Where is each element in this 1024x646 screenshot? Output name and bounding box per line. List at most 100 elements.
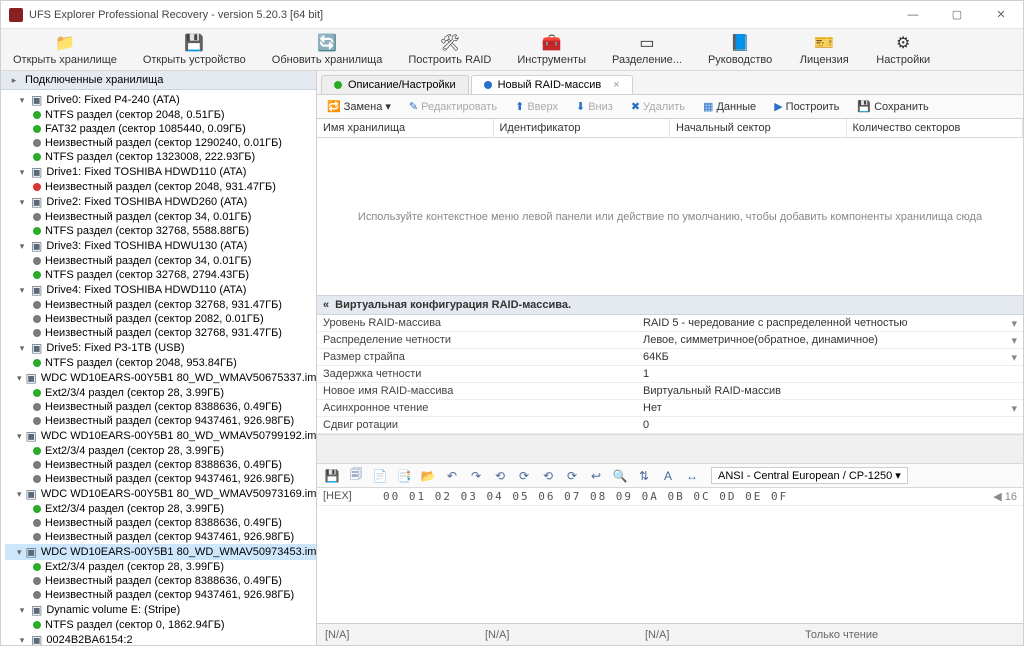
action-Сохранить[interactable]: 💾Сохранить [853,98,932,115]
config-value[interactable]: 64КБ [637,349,1023,365]
expand-icon[interactable]: ▾ [17,95,27,106]
column-header[interactable]: Количество секторов [847,119,1024,137]
partition-node[interactable]: Неизвестный раздел (сектор 9437461, 926.… [5,588,316,602]
hex-tool-icon[interactable]: ↶ [443,467,461,485]
maximize-button[interactable]: ▢ [943,5,971,25]
drive-node[interactable]: ▾▣0024B2BA6154:2 [5,632,316,645]
column-header[interactable]: Начальный сектор [670,119,847,137]
drive-node[interactable]: ▾▣Drive5: Fixed P3-1TB (USB) [5,340,316,356]
minimize-button[interactable]: — [899,5,927,25]
partition-node[interactable]: Неизвестный раздел (сектор 9437461, 926.… [5,530,316,544]
partition-node[interactable]: NTFS раздел (сектор 1323008, 222.93ГБ) [5,150,316,164]
hex-tool-icon[interactable]: 🔍 [611,467,629,485]
action-Данные[interactable]: ▦Данные [699,98,760,115]
raid-config-header[interactable]: « Виртуальная конфигурация RAID-массива. [317,295,1023,315]
hex-tool-icon[interactable]: ↷ [467,467,485,485]
partition-node[interactable]: Ext2/3/4 раздел (сектор 28, 3.99ГБ) [5,386,316,400]
partition-node[interactable]: FAT32 раздел (сектор 1085440, 0.09ГБ) [5,122,316,136]
toolbar-Настройки[interactable]: ⚙Настройки [872,34,934,68]
hex-view[interactable] [317,506,1023,623]
config-value[interactable]: Виртуальный RAID-массив [637,383,1023,399]
hex-tool-icon[interactable]: 📑 [395,467,413,485]
config-value[interactable]: 1 [637,366,1023,382]
column-header[interactable]: Имя хранилища [317,119,494,137]
action-Построить[interactable]: ▶Построить [770,98,843,115]
expand-icon[interactable]: ▾ [17,197,27,208]
drive-node[interactable]: ▾▣WDC WD10EARS-00Y5B1 80_WD_WMAV50973453… [5,544,316,560]
partition-node[interactable]: NTFS раздел (сектор 32768, 5588.88ГБ) [5,224,316,238]
encoding-select[interactable]: ANSI - Central European / CP-1250 ▾ [711,467,908,484]
hex-tool-icon[interactable]: ⟲ [491,467,509,485]
drive-node[interactable]: ▾▣WDC WD10EARS-00Y5B1 80_WD_WMAV50675337… [5,370,316,386]
expand-icon[interactable]: ▾ [17,241,27,252]
expand-icon[interactable]: ▾ [17,343,27,354]
drive-node[interactable]: ▾▣Drive3: Fixed TOSHIBA HDWU130 (ATA) [5,238,316,254]
partition-node[interactable]: Неизвестный раздел (сектор 32768, 931.47… [5,298,316,312]
drive-node[interactable]: ▾▣WDC WD10EARS-00Y5B1 80_WD_WMAV50799192… [5,428,316,444]
expand-icon[interactable]: ▾ [17,431,22,442]
drive-node[interactable]: ▾▣Dynamic volume E: (Stripe) [5,602,316,618]
hex-tool-icon[interactable]: ↔ [683,467,701,485]
hex-tool-icon[interactable]: ⟳ [563,467,581,485]
hex-nav[interactable]: ◀ 16 [993,490,1017,503]
close-tab-icon[interactable]: × [613,79,619,91]
drive-node[interactable]: ▾▣Drive2: Fixed TOSHIBA HDWD260 (ATA) [5,194,316,210]
collapse-icon[interactable]: ▸ [9,75,19,86]
partition-node[interactable]: Неизвестный раздел (сектор 8388636, 0.49… [5,574,316,588]
expand-icon[interactable]: ▾ [17,547,22,558]
toolbar-Обновить хранилища[interactable]: 🔄Обновить хранилища [268,34,387,68]
partition-node[interactable]: NTFS раздел (сектор 0, 1862.94ГБ) [5,618,316,632]
partition-node[interactable]: Неизвестный раздел (сектор 2048, 931.47Г… [5,180,316,194]
partition-node[interactable]: Ext2/3/4 раздел (сектор 28, 3.99ГБ) [5,444,316,458]
hex-tool-icon[interactable]: ⟳ [515,467,533,485]
partition-node[interactable]: NTFS раздел (сектор 2048, 953.84ГБ) [5,356,316,370]
drive-node[interactable]: ▾▣Drive0: Fixed P4-240 (ATA) [5,92,316,108]
splitter[interactable] [317,434,1023,464]
partition-node[interactable]: Ext2/3/4 раздел (сектор 28, 3.99ГБ) [5,502,316,516]
toolbar-Лицензия[interactable]: 🎫Лицензия [794,34,854,68]
hex-tool-icon[interactable]: 📄 [371,467,389,485]
partition-node[interactable]: NTFS раздел (сектор 32768, 2794.43ГБ) [5,268,316,282]
hex-tool-icon[interactable]: ↩ [587,467,605,485]
toolbar-Руководство[interactable]: 📘Руководство [704,34,776,68]
config-value[interactable]: RAID 5 - чередование с распределенной че… [637,315,1023,331]
partition-node[interactable]: Неизвестный раздел (сектор 34, 0.01ГБ) [5,210,316,224]
config-value[interactable]: Нет [637,400,1023,416]
hex-tool-icon[interactable]: ⇅ [635,467,653,485]
expand-icon[interactable]: ▾ [17,167,27,178]
hex-tool-icon[interactable]: ⟲ [539,467,557,485]
toolbar-Открыть хранилище[interactable]: 📁Открыть хранилище [9,34,121,68]
expand-icon[interactable]: ▾ [17,285,27,296]
storage-tree[interactable]: ▾▣Drive0: Fixed P4-240 (ATA) NTFS раздел … [1,90,316,645]
expand-icon[interactable]: ▾ [17,373,22,384]
toolbar-Инструменты[interactable]: 🧰Инструменты [513,34,590,68]
hex-tool-icon[interactable]: 💾 [323,467,341,485]
hex-tool-icon[interactable]: 📂 [419,467,437,485]
partition-node[interactable]: Неизвестный раздел (сектор 32768, 931.47… [5,326,316,340]
expand-icon[interactable]: ▾ [17,605,27,616]
partition-node[interactable]: Ext2/3/4 раздел (сектор 28, 3.99ГБ) [5,560,316,574]
drive-node[interactable]: ▾▣WDC WD10EARS-00Y5B1 80_WD_WMAV50973169… [5,486,316,502]
expand-icon[interactable]: ▾ [17,489,22,500]
tab-Новый RAID-массив[interactable]: Новый RAID-массив× [471,75,633,94]
config-value[interactable]: Левое, симметричное(обратное, динамичное… [637,332,1023,348]
drive-node[interactable]: ▾▣Drive4: Fixed TOSHIBA HDWD110 (ATA) [5,282,316,298]
action-Замена[interactable]: 🔁Замена▾ [323,98,395,115]
hex-tool-icon[interactable]: 🗐 [347,467,365,485]
partition-node[interactable]: Неизвестный раздел (сектор 9437461, 926.… [5,414,316,428]
partition-node[interactable]: Неизвестный раздел (сектор 8388636, 0.49… [5,458,316,472]
partition-node[interactable]: Неизвестный раздел (сектор 8388636, 0.49… [5,516,316,530]
tab-Описание/Настройки[interactable]: Описание/Настройки [321,75,469,94]
toolbar-Построить RAID[interactable]: 🛠Построить RAID [404,34,495,68]
column-header[interactable]: Идентификатор [494,119,671,137]
partition-node[interactable]: Неизвестный раздел (сектор 8388636, 0.49… [5,400,316,414]
toolbar-Разделение...[interactable]: ▭Разделение... [608,34,686,68]
partition-node[interactable]: Неизвестный раздел (сектор 2082, 0.01ГБ) [5,312,316,326]
partition-node[interactable]: Неизвестный раздел (сектор 9437461, 926.… [5,472,316,486]
config-value[interactable]: 0 [637,417,1023,433]
hex-tool-icon[interactable]: A [659,467,677,485]
partition-node[interactable]: Неизвестный раздел (сектор 34, 0.01ГБ) [5,254,316,268]
toolbar-Открыть устройство[interactable]: 💾Открыть устройство [139,34,250,68]
partition-node[interactable]: Неизвестный раздел (сектор 1290240, 0.01… [5,136,316,150]
drive-node[interactable]: ▾▣Drive1: Fixed TOSHIBA HDWD110 (ATA) [5,164,316,180]
